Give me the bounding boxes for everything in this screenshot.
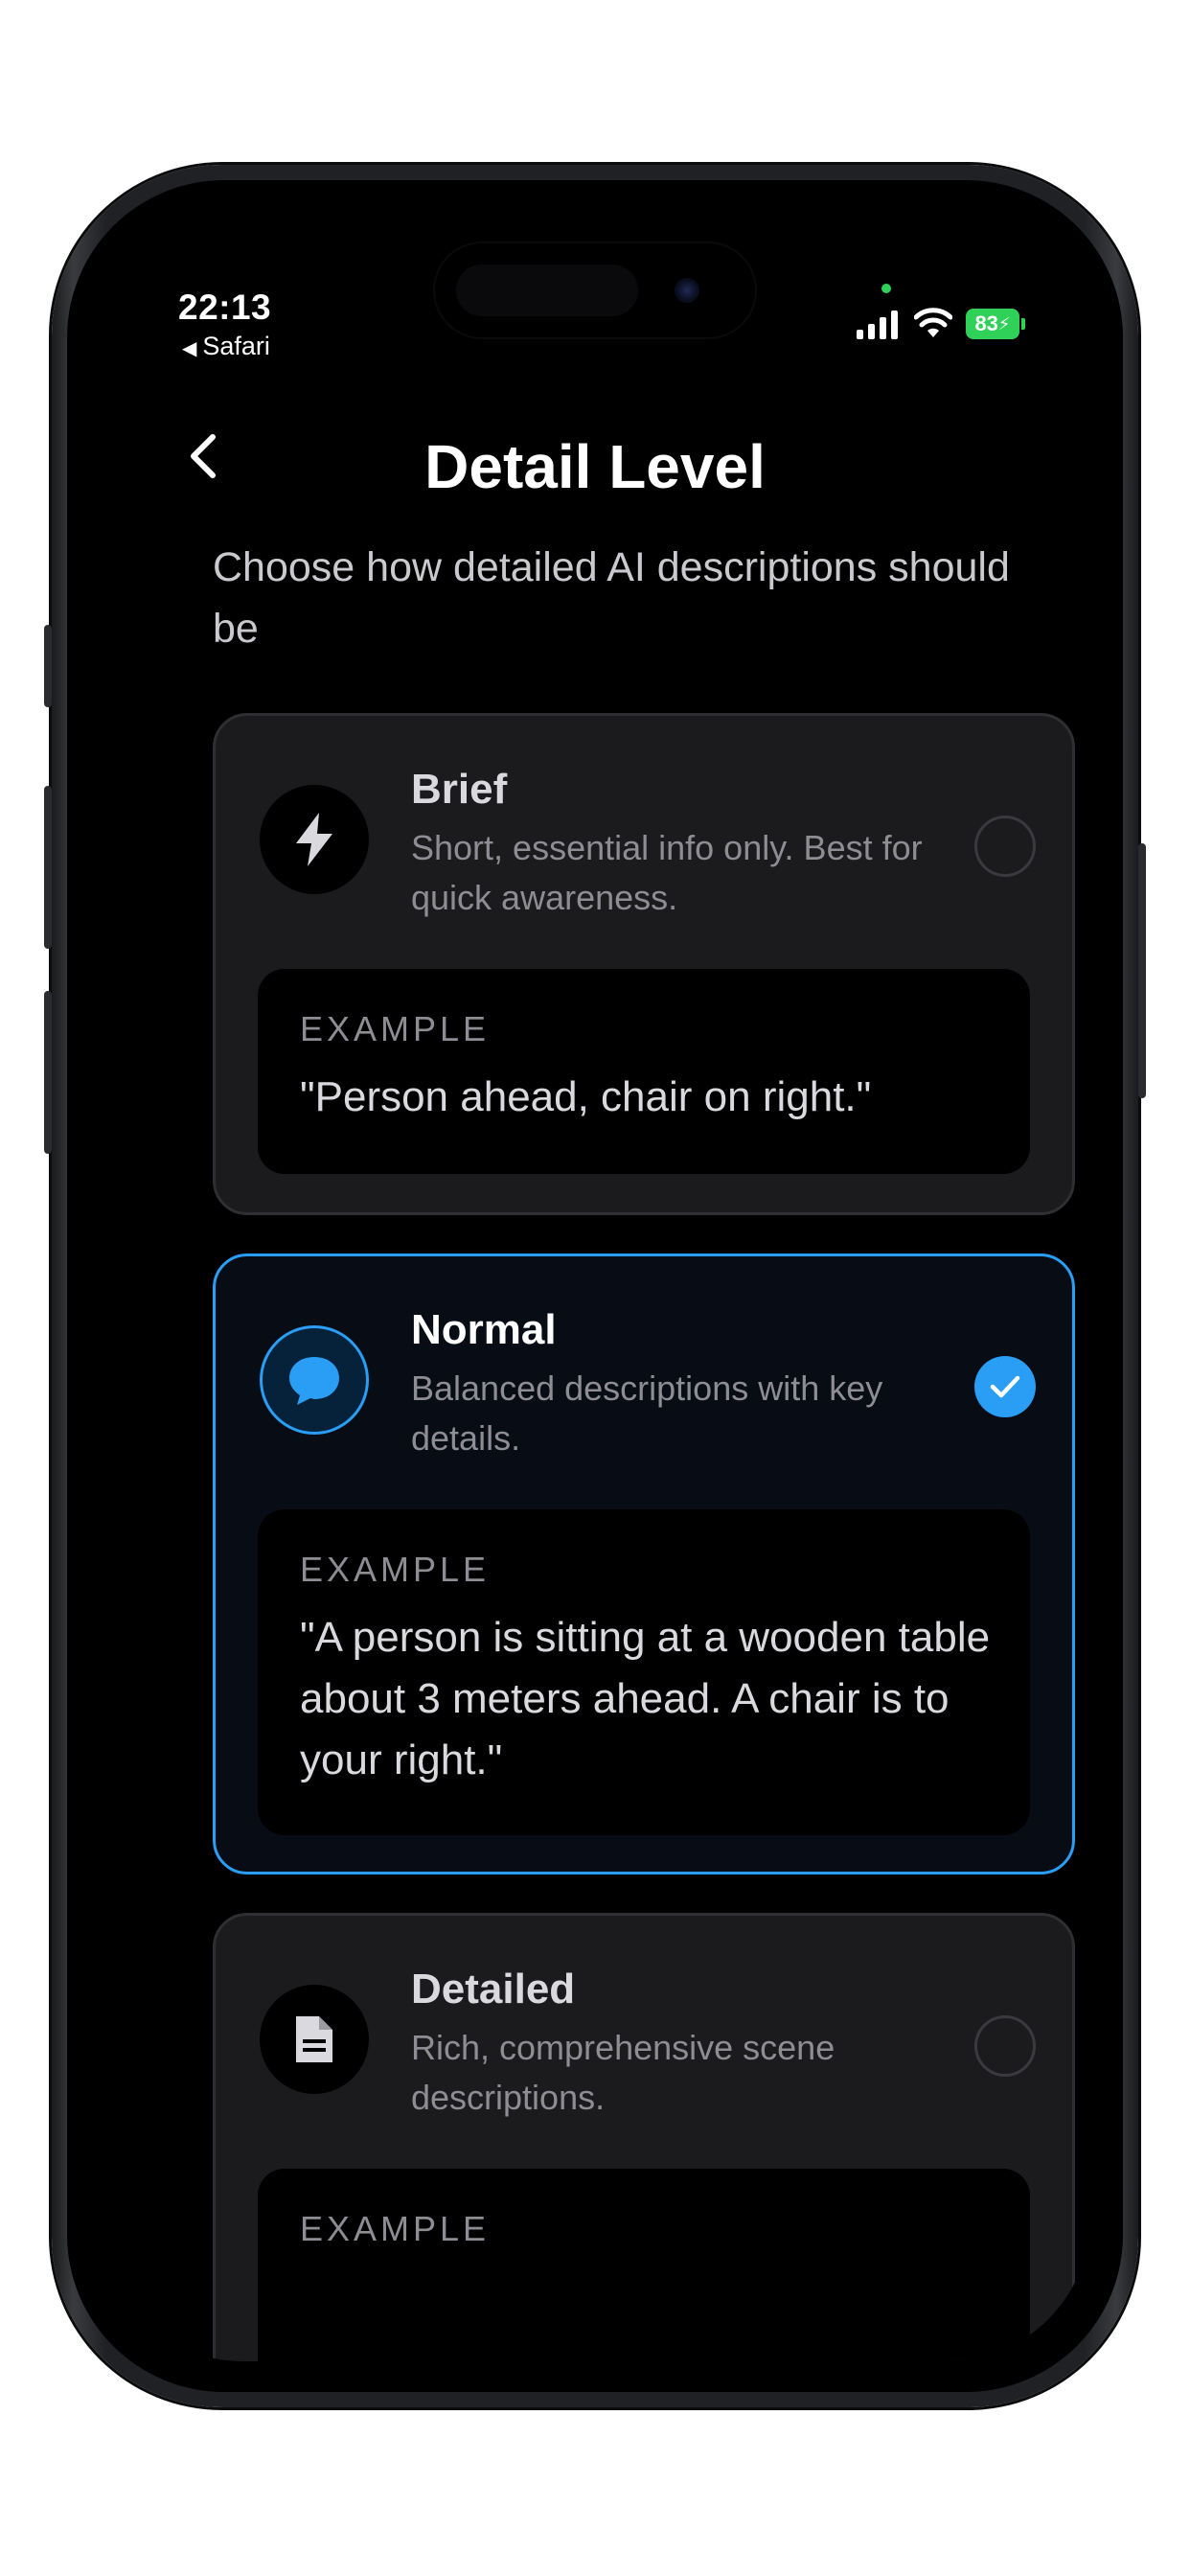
icon-container [260, 1985, 369, 2094]
wifi-icon [914, 308, 952, 337]
option-name: Brief [411, 766, 508, 813]
action-button [44, 625, 52, 707]
phone-frame: 22:13 ◀ Safari 83 ⚡ Detail Level Choose ho… [44, 165, 1146, 2407]
option-description: Balanced descriptions with key details. [411, 1368, 883, 1458]
example-text: "A person is sitting at a wooden table a… [300, 1614, 991, 1783]
volume-up-button [44, 786, 52, 949]
document-icon [296, 2016, 332, 2062]
power-button [1138, 843, 1146, 1098]
page-subtitle: Choose how detailed AI descriptions shou… [213, 544, 1010, 652]
dynamic-island [435, 243, 755, 337]
radio-button[interactable] [974, 816, 1036, 877]
example-text: "Person ahead, chair on right." [300, 1073, 872, 1120]
lightning-icon [296, 813, 332, 866]
volume-down-button [44, 991, 52, 1154]
privacy-indicator-icon [881, 284, 891, 293]
cellular-signal-icon [857, 310, 898, 339]
status-time: 22:13 [178, 288, 272, 327]
charging-bolt-icon: ⚡ [997, 313, 1011, 334]
page-title: Detail Level [424, 432, 766, 501]
battery-level: 83 [974, 311, 998, 335]
example-label: EXAMPLE [300, 1550, 491, 1589]
icon-container [260, 785, 369, 894]
option-description: Rich, comprehensive scene descriptions. [411, 2028, 835, 2117]
example-label: EXAMPLE [300, 2209, 491, 2248]
option-description: Short, essential info only. Best for qui… [411, 828, 923, 917]
chat-bubble-icon [289, 1357, 339, 1405]
icon-container [260, 1325, 369, 1435]
battery-icon: 83 ⚡ [966, 309, 1025, 339]
back-to-app-link[interactable]: ◀ Safari [182, 332, 270, 361]
option-name: Detailed [411, 1966, 576, 2012]
option-name: Normal [411, 1306, 557, 1353]
radio-button[interactable] [974, 2015, 1036, 2077]
back-app-label: Safari [202, 332, 270, 360]
option-card-brief[interactable]: Brief Short, essential info only. Best f… [213, 713, 1075, 1215]
example-box: EXAMPLE "A person is sitting at a wooden… [258, 1509, 1030, 1835]
checkmark-icon [990, 1375, 1020, 1398]
option-card-detailed[interactable]: Detailed Rich, comprehensive scene descr… [213, 1913, 1075, 2361]
example-box: EXAMPLE [258, 2169, 1030, 2361]
screen: 22:13 ◀ Safari 83 ⚡ Detail Level Choose ho… [100, 215, 1090, 2361]
example-box: EXAMPLE "Person ahead, chair on right." [258, 969, 1030, 1174]
option-card-normal[interactable]: Normal Balanced descriptions with key de… [213, 1254, 1075, 1874]
example-label: EXAMPLE [300, 1009, 491, 1048]
back-triangle-icon: ◀ [182, 338, 197, 359]
island-pill [456, 264, 638, 316]
selected-check-icon[interactable] [974, 1356, 1036, 1417]
camera-icon [675, 278, 699, 303]
